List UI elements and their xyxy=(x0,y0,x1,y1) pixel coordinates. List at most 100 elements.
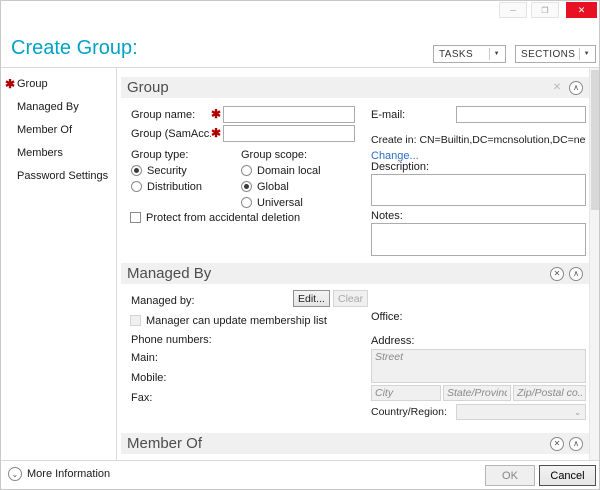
radio-global[interactable]: Global xyxy=(241,180,289,193)
titlebar: ─ ❐ ✕ xyxy=(1,1,599,19)
group-scope-label: Group scope: xyxy=(241,149,308,161)
maximize-button[interactable]: ❐ xyxy=(531,2,559,18)
close-icon: ✕ xyxy=(577,4,586,15)
tasks-button-divider xyxy=(488,48,490,60)
ok-button[interactable]: OK xyxy=(485,465,535,486)
main-scrollbar[interactable] xyxy=(589,68,599,460)
sidebar: ✱ Group Managed By Member Of Members Pas… xyxy=(1,68,117,460)
zip-postal-input[interactable] xyxy=(513,385,586,401)
sidebar-item-label: Member Of xyxy=(17,124,73,136)
create-group-window: ─ ❐ ✕ Create Group: TASKS ▼ SECTIONS ▼ ✱… xyxy=(0,0,600,490)
country-region-label: Country/Region: xyxy=(371,406,447,418)
radio-universal-label: Universal xyxy=(257,196,303,209)
more-information-button[interactable]: ⌄ xyxy=(8,467,22,481)
group-sam-label: Group (SamAcc... xyxy=(131,128,211,140)
phone-mobile-label: Mobile: xyxy=(131,372,167,384)
cancel-button[interactable]: Cancel xyxy=(539,465,596,486)
required-asterisk-icon: ✱ xyxy=(211,107,222,121)
manager-update-label: Manager can update membership list xyxy=(146,314,327,327)
required-asterisk-icon: ✱ xyxy=(211,126,222,140)
group-type-label: Group type: xyxy=(131,149,189,161)
group-remove-icon: ✕ xyxy=(552,82,562,93)
member-of-remove-button[interactable]: ✕ xyxy=(550,436,564,451)
country-region-select[interactable]: ⌄ xyxy=(456,404,586,420)
close-button[interactable]: ✕ xyxy=(566,2,597,18)
notes-input[interactable] xyxy=(371,223,586,256)
tasks-button-label: TASKS xyxy=(439,48,474,60)
street-input[interactable] xyxy=(371,349,586,383)
chevron-down-icon: ⌄ xyxy=(11,469,19,479)
phone-numbers-label: Phone numbers: xyxy=(131,334,212,346)
city-input[interactable] xyxy=(371,385,441,401)
minimize-icon: ─ xyxy=(510,5,516,15)
maximize-icon: ❐ xyxy=(541,5,549,15)
office-label: Office: xyxy=(371,311,403,323)
remove-icon: ✕ xyxy=(553,269,561,278)
sections-dropdown-arrow-icon: ▼ xyxy=(583,51,590,57)
managed-by-collapse-button[interactable]: ∧ xyxy=(569,266,583,281)
radio-universal-control[interactable] xyxy=(241,197,252,208)
managed-by-label: Managed by: xyxy=(131,295,195,307)
scrollbar-thumb[interactable] xyxy=(591,70,599,210)
description-input[interactable] xyxy=(371,174,586,206)
sidebar-item-members[interactable]: Members xyxy=(1,142,116,165)
protect-deletion-checkbox-control[interactable] xyxy=(130,212,141,223)
radio-security-label: Security xyxy=(147,164,187,177)
select-arrow-icon: ⌄ xyxy=(574,407,581,417)
collapse-icon: ∧ xyxy=(573,269,579,278)
email-label: E-mail: xyxy=(371,109,406,121)
footer: ⌄ More Information OK Cancel xyxy=(1,460,599,489)
state-province-input[interactable] xyxy=(443,385,511,401)
managed-by-section-title: Managed By xyxy=(127,265,212,282)
group-name-label: Group name: xyxy=(131,109,196,121)
radio-security-control[interactable] xyxy=(131,165,142,176)
manager-update-checkbox-control[interactable] xyxy=(130,315,141,326)
minimize-button[interactable]: ─ xyxy=(499,2,527,18)
sidebar-item-password-settings[interactable]: Password Settings xyxy=(1,165,116,188)
group-collapse-button[interactable]: ∧ xyxy=(569,80,583,95)
group-section-header: Group ✕ ∧ xyxy=(121,77,589,98)
radio-security[interactable]: Security xyxy=(131,164,187,177)
radio-domain-local-control[interactable] xyxy=(241,165,252,176)
managed-by-section-header: Managed By ✕ ∧ xyxy=(121,263,589,284)
member-of-section-title: Member Of xyxy=(127,435,203,452)
radio-distribution-label: Distribution xyxy=(147,180,203,193)
managed-by-edit-button[interactable]: Edit... xyxy=(293,290,330,307)
page-title: Create Group: xyxy=(11,37,138,59)
group-name-input[interactable] xyxy=(223,106,355,123)
main-content: Group ✕ ∧ Group name: ✱ Group (SamAcc...… xyxy=(118,68,599,460)
tasks-button[interactable]: TASKS ▼ xyxy=(433,45,506,63)
notes-label: Notes: xyxy=(371,210,403,222)
radio-domain-local[interactable]: Domain local xyxy=(241,164,321,177)
manager-update-checkbox[interactable]: Manager can update membership list xyxy=(130,314,327,327)
address-label: Address: xyxy=(371,335,415,347)
group-section-title: Group xyxy=(127,79,169,96)
managed-by-clear-button[interactable]: Clear xyxy=(333,290,369,307)
create-in-text: Create in: CN=Builtin,DC=mcnsolution,DC=… xyxy=(371,134,586,146)
member-of-section-header: Member Of ✕ ∧ xyxy=(121,433,589,454)
collapse-icon: ∧ xyxy=(573,83,579,92)
email-input[interactable] xyxy=(456,106,586,123)
managed-by-remove-button[interactable]: ✕ xyxy=(550,266,564,281)
protect-deletion-checkbox[interactable]: Protect from accidental deletion xyxy=(130,211,300,224)
sidebar-item-label: Members xyxy=(17,147,63,159)
sections-button[interactable]: SECTIONS ▼ xyxy=(515,45,596,63)
protect-deletion-label: Protect from accidental deletion xyxy=(146,211,301,224)
group-sam-input[interactable] xyxy=(223,125,355,142)
radio-global-control[interactable] xyxy=(241,181,252,192)
more-information-expander[interactable]: ⌄ More Information xyxy=(8,467,110,481)
radio-universal[interactable]: Universal xyxy=(241,196,303,209)
phone-fax-label: Fax: xyxy=(131,392,153,404)
description-label: Description: xyxy=(371,161,430,173)
remove-icon: ✕ xyxy=(553,439,561,448)
radio-distribution-control[interactable] xyxy=(131,181,142,192)
radio-distribution[interactable]: Distribution xyxy=(131,180,202,193)
sidebar-item-group[interactable]: ✱ Group xyxy=(1,73,116,96)
sidebar-item-label: Managed By xyxy=(17,101,79,113)
sidebar-item-managed-by[interactable]: Managed By xyxy=(1,96,116,119)
sidebar-item-member-of[interactable]: Member Of xyxy=(1,119,116,142)
sidebar-item-label: Password Settings xyxy=(17,170,109,182)
member-of-collapse-button[interactable]: ∧ xyxy=(569,436,583,451)
more-information-label: More Information xyxy=(27,468,111,480)
collapse-icon: ∧ xyxy=(573,439,579,448)
